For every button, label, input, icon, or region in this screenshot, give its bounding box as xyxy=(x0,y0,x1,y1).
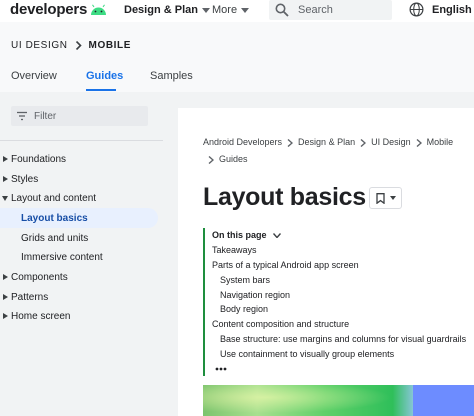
nav-item-label: Foundations xyxy=(11,153,67,165)
bookmark-button[interactable] xyxy=(369,187,402,209)
breadcrumb-link[interactable]: Guides xyxy=(219,151,248,168)
caret-right-icon xyxy=(3,156,8,162)
chevron-down-icon xyxy=(241,7,250,13)
nav-item-components[interactable]: Components xyxy=(0,267,163,287)
chevron-right-icon xyxy=(75,41,82,50)
toc-heading[interactable]: On this page xyxy=(212,230,281,240)
crumb-mobile[interactable]: MOBILE xyxy=(89,40,132,51)
nav-item-label: Patterns xyxy=(11,291,49,303)
nav-design-plan-label: Design & Plan xyxy=(124,4,198,16)
nav-item-layout-and-content[interactable]: Layout and content xyxy=(0,188,163,208)
android-logo-icon xyxy=(91,4,107,15)
toc-item[interactable]: System bars xyxy=(220,275,270,285)
filter-placeholder: Filter xyxy=(34,110,57,122)
chevron-down-icon xyxy=(201,7,210,13)
active-tab-indicator xyxy=(86,89,116,91)
toc-heading-label: On this page xyxy=(212,230,267,240)
chevron-down-icon xyxy=(390,196,396,200)
nav-item-home-screen[interactable]: Home screen xyxy=(0,306,163,326)
nav-item-foundations[interactable]: Foundations xyxy=(0,149,163,169)
chevron-right-icon xyxy=(208,155,214,164)
search-placeholder: Search xyxy=(298,4,333,16)
hero-image-glow xyxy=(203,385,413,416)
caret-right-icon xyxy=(3,176,8,182)
section-breadcrumb: UI DESIGN MOBILE xyxy=(11,40,131,51)
caret-right-icon xyxy=(3,294,8,300)
caret-right-icon xyxy=(3,313,8,319)
page-title: Layout basics xyxy=(203,183,366,211)
nav-item-grids-and-units[interactable]: Grids and units xyxy=(0,228,163,248)
nav-item-label: Layout basics xyxy=(21,212,88,224)
nav-item-styles[interactable]: Styles xyxy=(0,169,163,189)
main-content: Android Developers Design & Plan UI Desi… xyxy=(178,108,474,416)
hero-image-blue-panel xyxy=(413,385,474,416)
search-box[interactable]: Search xyxy=(269,0,392,20)
language-label: English xyxy=(432,3,472,16)
chevron-right-icon xyxy=(416,138,422,147)
breadcrumb-link[interactable]: Android Developers xyxy=(203,134,282,151)
filter-icon xyxy=(17,111,27,121)
filter-input[interactable]: Filter xyxy=(11,106,148,126)
left-nav: Filter Foundations Styles Layout and con… xyxy=(0,92,163,416)
breadcrumb-link[interactable]: Mobile xyxy=(427,134,454,151)
nav-design-plan[interactable]: Design & Plan xyxy=(124,4,210,16)
toc-item[interactable]: Use containment to visually group elemen… xyxy=(220,349,394,359)
toc-item[interactable]: Content composition and structure xyxy=(212,319,349,329)
nav-item-layout-basics[interactable]: Layout basics xyxy=(0,208,163,228)
crumb-ui-design[interactable]: UI DESIGN xyxy=(11,40,68,51)
nav-item-label: Home screen xyxy=(11,310,71,322)
toc-accent-bar xyxy=(203,228,205,376)
nav-item-label: Styles xyxy=(11,173,39,185)
toc-item[interactable]: Body region xyxy=(220,304,268,314)
more-horiz-icon[interactable] xyxy=(215,367,227,371)
nav-more[interactable]: More xyxy=(212,4,250,16)
nav-item-label: Immersive content xyxy=(21,251,103,263)
chevron-right-icon xyxy=(360,138,367,147)
nav-item-label: Components xyxy=(11,271,68,283)
breadcrumb-link[interactable]: UI Design xyxy=(371,134,411,151)
globe-icon xyxy=(409,2,424,17)
tab-guides[interactable]: Guides xyxy=(86,70,123,82)
chevron-down-icon xyxy=(272,232,281,238)
content-breadcrumb: Android Developers Design & Plan UI Desi… xyxy=(203,134,463,168)
table-of-contents: On this page Takeaways Parts of a typica… xyxy=(203,228,468,376)
toc-item[interactable]: Parts of a typical Android app screen xyxy=(212,260,359,270)
toc-item[interactable]: Base structure: use margins and columns … xyxy=(220,334,466,344)
tab-samples[interactable]: Samples xyxy=(150,70,193,82)
logo-text: developers xyxy=(10,1,88,18)
caret-down-icon xyxy=(2,195,8,201)
hero-image xyxy=(203,385,474,416)
toc-item[interactable]: Takeaways xyxy=(212,245,257,255)
toc-item[interactable]: Navigation region xyxy=(220,290,290,300)
developers-logo[interactable]: developers xyxy=(10,1,107,18)
section-header: UI DESIGN MOBILE Overview Guides Samples xyxy=(0,22,474,92)
nav-more-label: More xyxy=(212,4,238,16)
nav-item-label: Layout and content xyxy=(11,192,97,204)
breadcrumb-link[interactable]: Design & Plan xyxy=(298,134,355,151)
nav-item-immersive-content[interactable]: Immersive content xyxy=(0,247,163,267)
tab-overview[interactable]: Overview xyxy=(11,70,57,82)
top-bar: developers Design & Plan More Search Eng… xyxy=(0,0,474,22)
bookmark-icon xyxy=(376,192,385,204)
nav-divider xyxy=(0,140,163,141)
chevron-right-icon xyxy=(287,138,294,147)
nav-item-label: Grids and units xyxy=(21,232,89,244)
search-icon xyxy=(275,3,289,17)
language-selector[interactable]: English xyxy=(409,2,472,17)
caret-right-icon xyxy=(3,274,8,280)
nav-item-patterns[interactable]: Patterns xyxy=(0,287,163,307)
